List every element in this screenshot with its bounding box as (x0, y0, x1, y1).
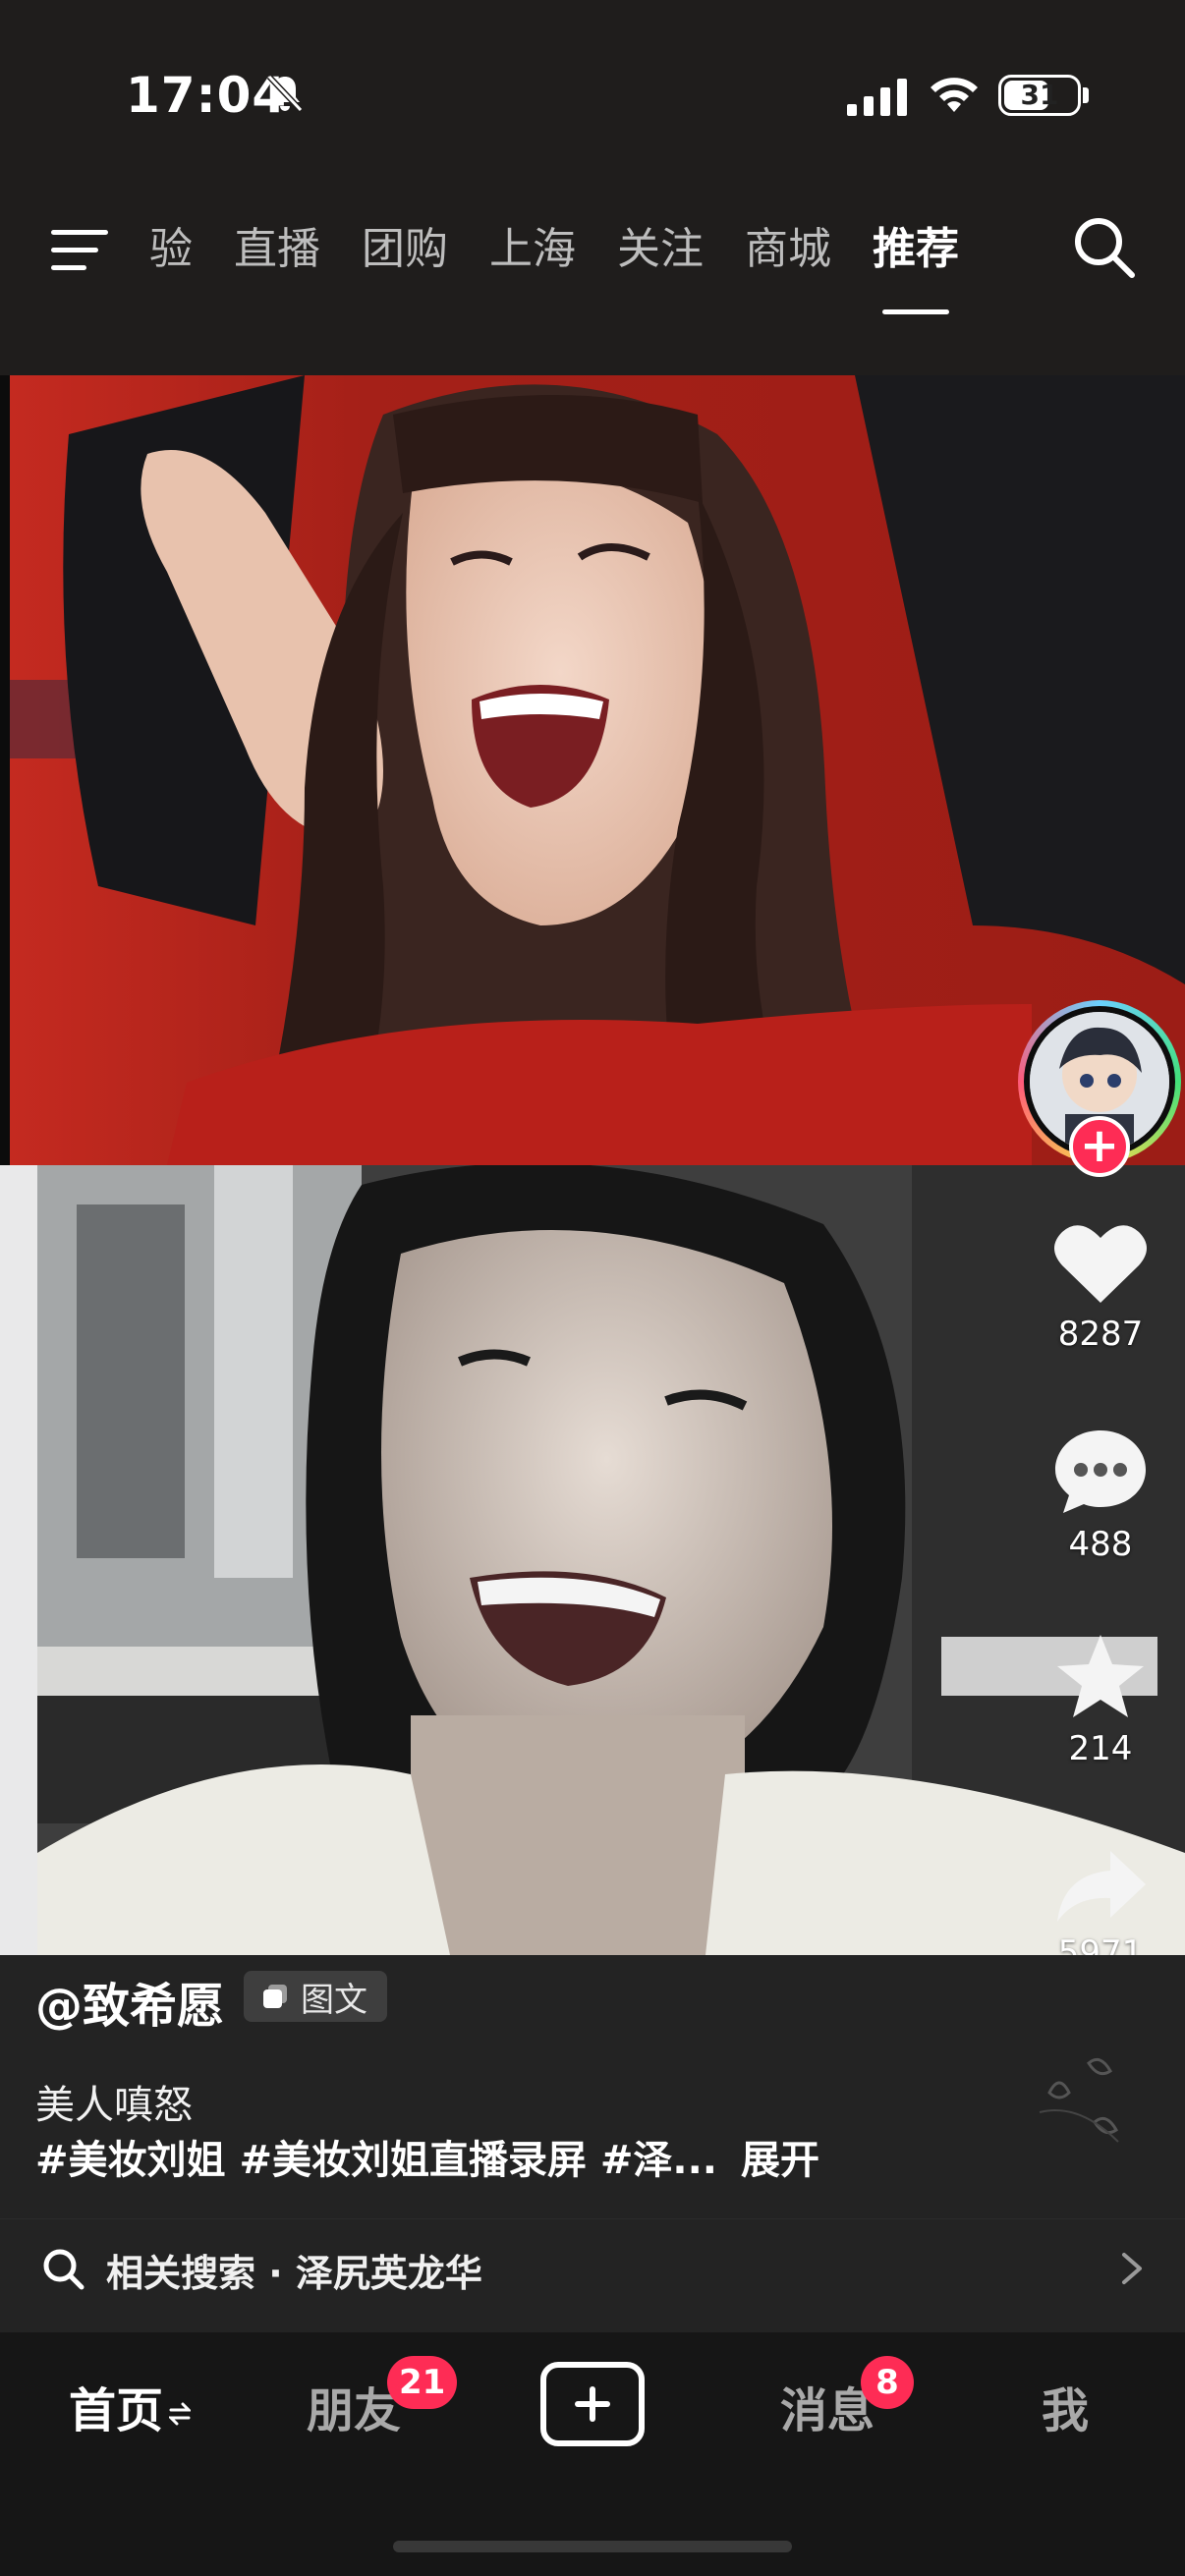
search-icon[interactable] (1071, 214, 1136, 279)
wifi-icon (931, 78, 978, 112)
post-hashtags: #美妆刘姐 #美妆刘姐直播录屏 #泽... 展开 (35, 2128, 819, 2185)
tab-live[interactable]: 直播 (234, 214, 320, 293)
post-caption-panel: @致希愿 图文 美人嗔怒 #美妆刘姐 #美妆刘姐直播录屏 #泽... 展开 相关搜… (0, 1955, 1185, 2332)
expand-button[interactable]: 展开 (741, 2138, 819, 2183)
post-title: 美人嗔怒 (35, 2083, 193, 2128)
like-button[interactable]: 8287 (1042, 1220, 1159, 1354)
tab-shanghai[interactable]: 上海 (489, 214, 576, 293)
music-sticker-icon (1039, 2057, 1119, 2143)
heart-icon (1054, 1225, 1147, 1303)
tab-group-buy[interactable]: 团购 (362, 214, 448, 293)
share-arrow-icon (1057, 1851, 1146, 1922)
star-icon (1057, 1635, 1144, 1717)
comment-count: 488 (1068, 1525, 1133, 1564)
menu-icon[interactable] (51, 224, 114, 275)
like-count: 8287 (1057, 1315, 1144, 1354)
plus-icon (575, 2386, 610, 2422)
post-media[interactable] (0, 375, 1185, 1955)
refresh-arrows-icon (169, 2402, 192, 2426)
follow-plus-button[interactable]: + (1069, 1116, 1130, 1177)
bell-off-icon (266, 74, 304, 113)
battery-level: 31 (1020, 79, 1059, 111)
related-search-label: 相关搜索 · 泽尻英龙华 (106, 2252, 482, 2295)
chevron-right-icon (1122, 2253, 1142, 2284)
tab-recommended[interactable]: 推荐 (873, 214, 959, 314)
gallery-icon (263, 1985, 287, 2008)
home-indicator (393, 2541, 792, 2552)
nav-home-label: 首页 (69, 2383, 164, 2438)
cellular-signal-icon (847, 79, 907, 116)
messages-badge: 8 (861, 2356, 914, 2409)
comment-button[interactable]: 488 (1042, 1427, 1159, 1564)
feed-tabs: 验 直播 团购 上海 关注 商城 推荐 (149, 214, 959, 314)
image-text-tag-label: 图文 (301, 1980, 367, 2020)
top-nav: 验 直播 团购 上海 关注 商城 推荐 (0, 187, 1185, 375)
search-icon (43, 2249, 85, 2290)
favorite-button[interactable]: 214 (1042, 1631, 1159, 1768)
share-button[interactable]: 5971 (1042, 1847, 1159, 1973)
bottom-nav: 首页 朋友 21 消息 8 我 (0, 2332, 1185, 2576)
related-search-bar[interactable]: 相关搜索 · 泽尻英龙华 (0, 2218, 1185, 2317)
author-name[interactable]: @致希愿 (35, 1967, 224, 2036)
status-bar: 17:04 31 (0, 0, 1185, 187)
friends-badge: 21 (387, 2356, 458, 2409)
photo-laughing-woman (10, 375, 1185, 1165)
comment-icon (1055, 1430, 1146, 1513)
tab-following[interactable]: 关注 (617, 214, 704, 293)
battery-cap (1083, 87, 1089, 103)
tab-mall[interactable]: 商城 (745, 214, 831, 293)
create-post-button[interactable] (540, 2362, 645, 2446)
favorite-count: 214 (1068, 1729, 1133, 1768)
nav-home[interactable]: 首页 (69, 2372, 192, 2440)
photo-smiling-woman (0, 1165, 1185, 1955)
nav-me[interactable]: 我 (1042, 2372, 1089, 2440)
tab-experience[interactable]: 验 (149, 214, 193, 293)
hashtag-text[interactable]: #美妆刘姐 #美妆刘姐直播录屏 #泽... (35, 2138, 717, 2183)
image-text-tag: 图文 (244, 1971, 387, 2022)
battery-icon: 31 (998, 75, 1081, 116)
